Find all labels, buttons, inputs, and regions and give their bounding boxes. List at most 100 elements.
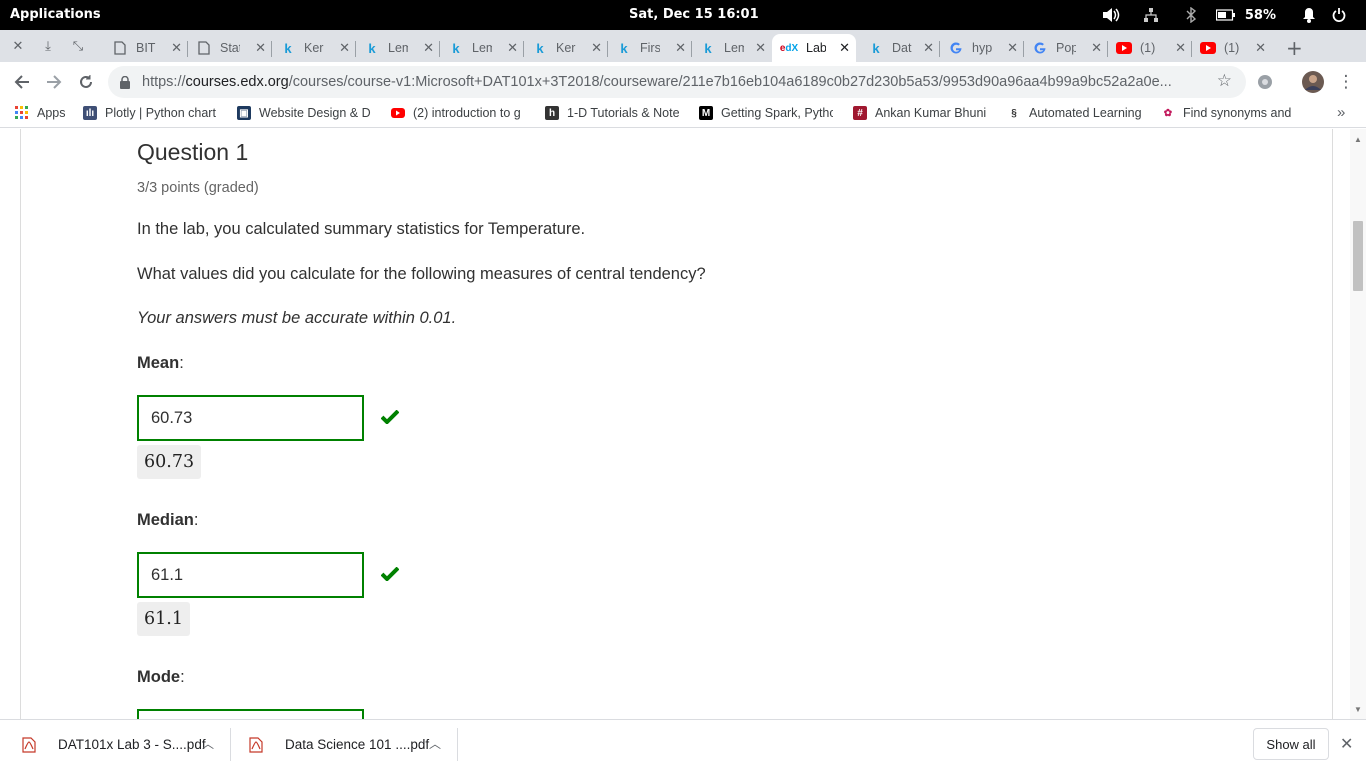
tab-1[interactable]: BIT ✕ [104, 34, 188, 62]
medium-icon: M [699, 106, 713, 120]
tab-4[interactable]: k Lem ✕ [356, 34, 440, 62]
tab-close-icon[interactable]: ✕ [923, 40, 934, 56]
download-filename: DAT101x Lab 3 - S....pdf [58, 737, 206, 752]
page-scrollbar[interactable]: ▲ ▼ [1350, 129, 1366, 719]
tab-2[interactable]: Stat ✕ [188, 34, 272, 62]
tab-close-icon[interactable]: ✕ [1091, 40, 1102, 56]
battery-icon[interactable] [1211, 5, 1241, 25]
tab-close-icon[interactable]: ✕ [255, 40, 266, 56]
correct-check-icon [380, 566, 401, 583]
edx-icon: e dX [779, 42, 799, 54]
tab-close-icon[interactable]: ✕ [507, 40, 518, 56]
tab-close-icon[interactable]: ✕ [1255, 40, 1266, 56]
scrollbar-thumb[interactable] [1353, 221, 1363, 291]
tab-9-active[interactable]: e dX Lab ✕ [772, 34, 856, 62]
question-prompt-2: What values did you calculate for the fo… [137, 265, 706, 283]
plotly-icon: ılı [83, 106, 97, 120]
tab-10[interactable]: k Dat ✕ [860, 34, 940, 62]
bookmark-synonyms[interactable]: ✿ Find synonyms and [1161, 106, 1295, 120]
tab-7[interactable]: k Firs ✕ [608, 34, 692, 62]
tab-6[interactable]: k Ker ✕ [524, 34, 608, 62]
tab-close-icon[interactable]: ✕ [339, 40, 350, 56]
youtube-icon [391, 106, 405, 120]
menu-kebab-icon[interactable]: ⋮ [1336, 72, 1356, 92]
show-all-button[interactable]: Show all [1253, 728, 1329, 760]
extension-icon[interactable] [1255, 72, 1275, 92]
applications-menu[interactable]: Applications [10, 7, 101, 22]
download-item-1[interactable]: DAT101x Lab 3 - S....pdf ︿ [22, 720, 231, 769]
dna-icon: § [1011, 107, 1017, 119]
bookmark-automated-learning[interactable]: § Automated Learning [1007, 106, 1141, 120]
bookmark-youtube[interactable]: (2) introduction to g [391, 106, 525, 120]
tab-5[interactable]: k Lem ✕ [440, 34, 524, 62]
tab-close-icon[interactable]: ✕ [839, 40, 850, 56]
close-window-icon[interactable]: ✕ [8, 36, 28, 56]
mean-label: Mean: [137, 354, 184, 372]
notifications-icon[interactable] [1294, 5, 1324, 25]
question-prompt-1: In the lab, you calculated summary stati… [137, 220, 586, 238]
scroll-down-arrow-icon[interactable]: ▼ [1354, 705, 1362, 714]
tab-close-icon[interactable]: ✕ [171, 40, 182, 56]
reload-icon[interactable] [76, 72, 96, 92]
bookmark-star-icon[interactable]: ☆ [1217, 71, 1232, 91]
chevron-up-icon[interactable]: ︿ [202, 735, 214, 752]
bookmark-tutorials[interactable]: h 1-D Tutorials & Note [545, 106, 679, 120]
tab-close-icon[interactable]: ✕ [591, 40, 602, 56]
bookmark-plotly[interactable]: ılı Plotly | Python chart [83, 106, 217, 120]
address-bar[interactable]: https://courses.edx.org/courses/course-v… [108, 66, 1246, 98]
tab-close-icon[interactable]: ✕ [1007, 40, 1018, 56]
tab-close-icon[interactable]: ✕ [755, 40, 766, 56]
power-icon[interactable] [1324, 5, 1354, 25]
shelf-divider [230, 728, 231, 761]
accuracy-note: Your answers must be accurate within 0.0… [137, 309, 457, 327]
back-icon[interactable] [12, 72, 32, 92]
url-text[interactable]: https://courses.edx.org/courses/course-v… [142, 74, 1202, 90]
clock[interactable]: Sat, Dec 15 16:01 [629, 7, 759, 22]
download-shelf: DAT101x Lab 3 - S....pdf ︿ Data Science … [0, 719, 1366, 768]
battery-percent: 58% [1244, 7, 1276, 23]
bookmarks-overflow-icon[interactable]: » [1337, 104, 1345, 121]
content-right-border [1332, 129, 1333, 719]
chevron-up-icon[interactable]: ︿ [429, 735, 441, 752]
bookmarks-bar: Apps ılı Plotly | Python chart ▣ Website… [0, 102, 1366, 128]
minimize-icon[interactable]: ⤓ [38, 36, 58, 56]
bookmark-apps[interactable]: Apps [15, 106, 66, 120]
tab-3[interactable]: k Ker ✕ [272, 34, 356, 62]
mean-input[interactable]: 60.73 [137, 395, 364, 441]
tab-14[interactable]: (1) ✕ [1192, 34, 1272, 62]
restore-icon[interactable]: ⤡ [68, 36, 88, 56]
h-icon: h [545, 106, 559, 120]
mean-preview: 60.73 [137, 445, 202, 479]
tab-8[interactable]: k Lem ✕ [692, 34, 772, 62]
apps-grid-icon [15, 106, 29, 120]
hashnode-icon: # [853, 106, 867, 120]
bookmark-ankan[interactable]: # Ankan Kumar Bhuni [853, 106, 987, 120]
system-tray[interactable]: 58% [1091, 5, 1354, 25]
tab-close-icon[interactable]: ✕ [1175, 40, 1186, 56]
network-icon[interactable] [1131, 5, 1171, 25]
forward-icon[interactable] [44, 72, 64, 92]
bluetooth-icon[interactable] [1171, 5, 1211, 25]
synonym-icon: ✿ [1163, 107, 1173, 119]
bookmark-website-design[interactable]: ▣ Website Design & D [237, 106, 371, 120]
youtube-icon [1200, 40, 1216, 56]
tab-13[interactable]: (1) ✕ [1108, 34, 1192, 62]
lock-icon[interactable] [120, 74, 130, 89]
new-tab-icon[interactable]: + [1286, 36, 1303, 60]
bookmark-spark[interactable]: M Getting Spark, Pytho [699, 106, 833, 120]
google-icon [1032, 40, 1048, 56]
avatar[interactable] [1302, 71, 1324, 93]
tab-close-icon[interactable]: ✕ [423, 40, 434, 56]
download-filename: Data Science 101 ....pdf [285, 737, 430, 752]
download-item-2[interactable]: Data Science 101 ....pdf ︿ [249, 720, 458, 769]
document-icon [196, 40, 212, 56]
close-icon[interactable]: ✕ [1340, 734, 1353, 754]
volume-icon[interactable] [1091, 5, 1131, 25]
median-input[interactable]: 61.1 [137, 552, 364, 598]
scroll-up-arrow-icon[interactable]: ▲ [1354, 135, 1362, 144]
tab-12[interactable]: Pop ✕ [1024, 34, 1108, 62]
tab-11[interactable]: hyp ✕ [940, 34, 1024, 62]
mode-input[interactable] [137, 709, 364, 719]
page-content: Question 1 3/3 points (graded) In the la… [0, 129, 1366, 719]
tab-close-icon[interactable]: ✕ [675, 40, 686, 56]
